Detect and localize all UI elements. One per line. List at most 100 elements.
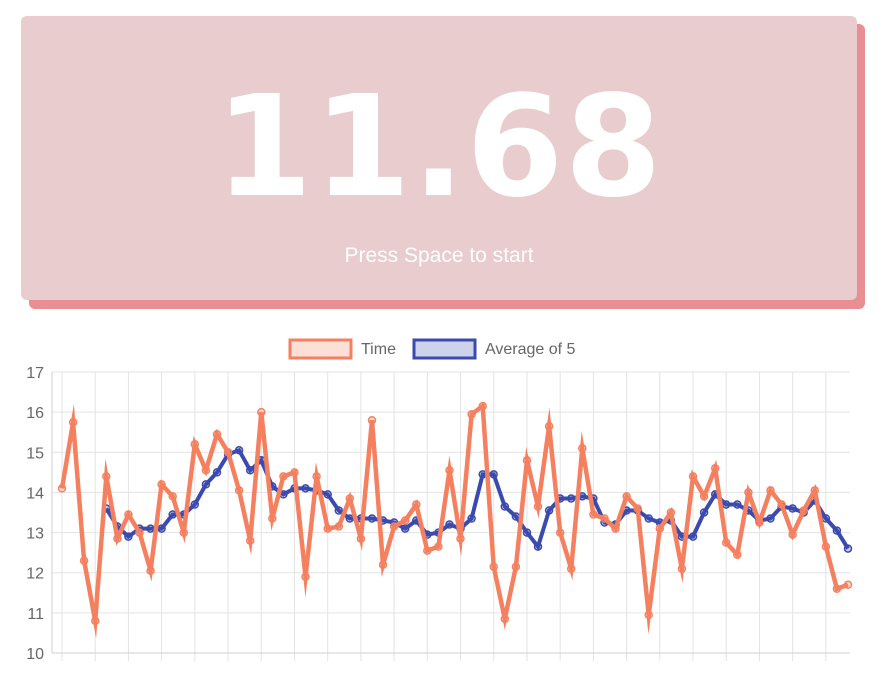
series-line-time — [59, 401, 849, 639]
data-point-average — [522, 528, 532, 537]
chart-grid: 10 11 12 13 14 15 16 17 — [26, 365, 850, 663]
data-point-time — [589, 510, 598, 519]
data-point-time — [157, 480, 166, 489]
data-point-time — [666, 508, 676, 517]
data-point-time — [733, 550, 742, 559]
data-point-time — [367, 415, 377, 425]
data-point-time — [566, 564, 576, 573]
data-point-average — [201, 480, 211, 489]
timer-display: 11.68 — [215, 66, 663, 229]
data-point-time — [102, 472, 111, 481]
data-point-average — [533, 542, 543, 551]
data-point-average — [821, 514, 831, 523]
data-point-time — [677, 564, 687, 573]
data-point-time — [445, 466, 454, 475]
data-point-average — [733, 500, 742, 509]
data-point-time — [500, 614, 510, 624]
data-point-time — [135, 528, 144, 537]
data-point-time — [57, 484, 67, 493]
data-point-time — [201, 466, 211, 475]
data-point-time — [90, 616, 100, 626]
data-point-average — [832, 526, 842, 535]
data-point-time — [832, 584, 842, 594]
data-point-time — [522, 456, 532, 465]
data-point-time — [533, 502, 543, 511]
data-point-time — [245, 536, 255, 545]
legend-swatch-time — [288, 338, 353, 360]
data-point-time — [312, 472, 321, 481]
data-point-average — [843, 544, 853, 553]
data-point-average — [334, 506, 344, 515]
legend-swatch-average — [412, 338, 477, 360]
data-point-time — [511, 562, 521, 571]
data-point-average — [301, 484, 310, 493]
legend-label-time: Time — [361, 341, 396, 358]
data-point-time — [489, 562, 498, 571]
data-point-average — [124, 532, 133, 541]
y-tick-label: 17 — [26, 365, 44, 382]
data-point-time — [611, 524, 620, 533]
data-point-average — [489, 470, 498, 479]
data-point-time — [345, 494, 355, 503]
data-point-time — [257, 407, 266, 417]
data-point-time — [68, 417, 78, 427]
data-point-average — [500, 502, 510, 511]
y-tick-label: 15 — [26, 445, 44, 462]
data-point-time — [234, 486, 244, 495]
data-point-average — [367, 514, 377, 523]
data-point-average — [323, 490, 332, 499]
data-point-average — [544, 506, 554, 515]
timer-card[interactable]: 11.68 Press Space to start — [21, 16, 857, 300]
data-point-time — [113, 534, 122, 543]
y-tick-label: 12 — [26, 566, 44, 583]
data-point-time — [843, 580, 853, 590]
data-point-time — [212, 429, 222, 439]
data-point-time — [755, 518, 764, 527]
data-point-time — [788, 530, 797, 539]
data-point-average — [245, 466, 255, 475]
series-line-average — [104, 447, 850, 551]
data-point-time — [555, 528, 565, 537]
data-point-average — [157, 524, 166, 533]
data-point-time — [622, 492, 631, 501]
y-tick-label: 16 — [26, 405, 44, 422]
data-point-average — [766, 514, 775, 523]
start-hint: Press Space to start — [344, 244, 534, 267]
data-point-time — [146, 566, 155, 575]
data-point-average — [212, 468, 222, 477]
data-point-time — [644, 610, 653, 620]
data-point-time — [600, 514, 609, 523]
data-point-time — [766, 486, 775, 495]
data-point-time — [578, 444, 587, 453]
data-point-time — [467, 409, 476, 419]
y-tick-label: 10 — [26, 646, 44, 663]
legend-label-average: Average of 5 — [485, 341, 576, 358]
data-point-time — [124, 510, 133, 519]
series-time — [57, 401, 853, 639]
data-point-time — [423, 546, 432, 555]
data-point-time — [334, 522, 344, 531]
data-point-average — [190, 500, 200, 509]
solve-history-chart: Time Average of 5 10 11 12 13 14 15 16 17 — [26, 338, 853, 663]
data-point-average — [467, 514, 476, 523]
data-point-time — [389, 522, 399, 531]
data-point-time — [478, 401, 487, 411]
data-point-time — [699, 492, 709, 501]
data-point-time — [168, 492, 177, 501]
data-point-time — [323, 524, 332, 533]
data-point-time — [821, 542, 831, 551]
data-point-average — [146, 524, 155, 533]
data-point-time — [633, 504, 642, 513]
data-point-time — [688, 472, 698, 481]
y-tick-label: 13 — [26, 526, 44, 543]
data-point-time — [179, 528, 189, 537]
data-point-time — [810, 486, 820, 495]
data-point-time — [544, 421, 554, 431]
data-point-time — [301, 572, 310, 581]
data-point-time — [434, 542, 443, 551]
data-point-time — [777, 500, 786, 509]
data-point-average — [699, 508, 709, 517]
data-point-time — [190, 440, 200, 449]
data-point-average — [345, 514, 355, 523]
data-point-time — [268, 514, 277, 523]
